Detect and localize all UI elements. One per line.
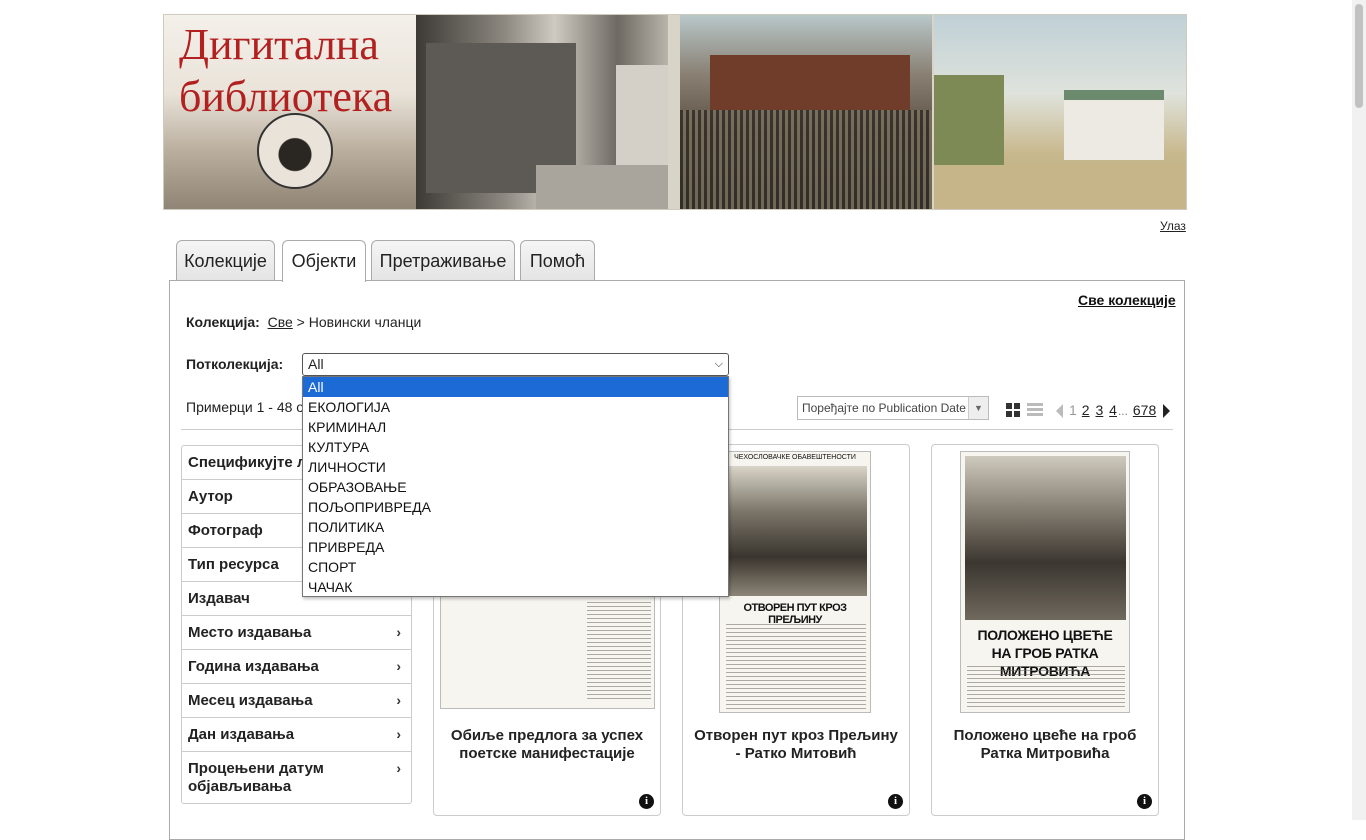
subcollection-option-all[interactable]: All xyxy=(303,377,728,397)
chevron-right-icon: › xyxy=(396,658,401,674)
tab-help[interactable]: Помоћ xyxy=(520,240,595,281)
item-thumbnail[interactable]: ПОЛОЖЕНО ЦВЕЋЕ НА ГРОБ РАТКА МИТРОВИЋА xyxy=(960,451,1130,713)
subcollection-select[interactable]: All ⌵ xyxy=(302,353,729,376)
collection-label: Колекција: xyxy=(186,314,260,330)
clipping-text xyxy=(587,602,651,702)
subcollection-option-sport[interactable]: СПОРТ xyxy=(303,557,728,577)
item-thumbnail[interactable]: ЧЕХОСЛОВАЧКЕ ОБАВЕШТЕНОСТИ ОТВОРЕН ПУТ К… xyxy=(719,451,871,713)
facet-label: Дан издавања xyxy=(188,726,295,743)
clipping-kicker: ЧЕХОСЛОВАЧКЕ ОБАВЕШТЕНОСТИ xyxy=(734,454,856,461)
chevron-right-icon: › xyxy=(396,726,401,742)
facet-label: Издавач xyxy=(188,590,250,607)
info-icon[interactable]: i xyxy=(888,794,903,809)
scrollbar-thumb[interactable] xyxy=(1355,4,1363,108)
facet-month[interactable]: Месец издавања › xyxy=(182,684,411,718)
breadcrumb: Колекција: Све > Новински чланци xyxy=(186,314,421,330)
subcollection-option-crime[interactable]: КРИМИНАЛ xyxy=(303,417,728,437)
breadcrumb-current: Новински чланци xyxy=(308,314,422,330)
banner-panel-1: Дигитална библиотека xyxy=(164,15,416,209)
subcollection-selected-value: All xyxy=(308,356,324,372)
facet-label: Месец издавања xyxy=(188,692,313,709)
chevron-right-icon: › xyxy=(396,692,401,708)
sort-dropdown-arrow-icon[interactable]: ▼ xyxy=(968,397,988,419)
facet-place[interactable]: Место издавања › xyxy=(182,616,411,650)
banner-trees xyxy=(934,75,1004,175)
banner-crowd xyxy=(680,110,932,209)
header-banner: Дигитална библиотека xyxy=(163,14,1187,210)
banner-title: Дигитална библиотека xyxy=(179,19,392,123)
item-title[interactable]: Отворен пут кроз Прељину - Ратко Митовић xyxy=(691,727,901,763)
tab-objects[interactable]: Објекти xyxy=(282,240,366,282)
facet-label: Тип ресурса xyxy=(188,556,279,573)
page-link-last[interactable]: 678 xyxy=(1133,402,1156,418)
clipping-text xyxy=(726,624,866,710)
facet-label: Година издавања xyxy=(188,658,319,675)
prev-page-icon[interactable] xyxy=(1056,404,1063,419)
chevron-down-icon: ⌵ xyxy=(714,358,723,370)
banner-title-line1: Дигитална xyxy=(179,20,379,69)
banner-roof xyxy=(710,55,910,110)
library-seal-logo xyxy=(257,113,333,189)
facet-label: Спецификујте л xyxy=(188,454,307,471)
subcollection-options-list: All ЕКОЛОГИЈА КРИМИНАЛ КУЛТУРА ЛИЧНОСТИ … xyxy=(302,376,729,597)
grid-view-icon[interactable] xyxy=(1006,403,1020,417)
facet-label: Место издавања xyxy=(188,624,312,641)
facet-label: Фотограф xyxy=(188,522,263,539)
results-count: Примерци 1 - 48 од xyxy=(186,399,312,415)
sort-select[interactable]: Поређајте по Publication Date ▼ xyxy=(797,396,989,420)
current-page: 1 xyxy=(1069,402,1077,418)
subcollection-option-culture[interactable]: КУЛТУРА xyxy=(303,437,728,457)
next-page-icon[interactable] xyxy=(1163,404,1171,419)
subcollection-option-cacak[interactable]: ЧАЧАК xyxy=(303,577,728,597)
chevron-right-icon: › xyxy=(396,624,401,640)
facet-day[interactable]: Дан издавања › xyxy=(182,718,411,752)
breadcrumb-root-link[interactable]: Све xyxy=(268,314,293,330)
page-scrollbar[interactable] xyxy=(1352,0,1366,820)
page-link-2[interactable]: 2 xyxy=(1082,402,1090,418)
subcollection-option-education[interactable]: ОБРАЗОВАЊЕ xyxy=(303,477,728,497)
facet-label: Аутор xyxy=(188,488,233,505)
clipping-photo xyxy=(724,466,867,596)
subcollection-option-agriculture[interactable]: ПОЉОПРИВРЕДА xyxy=(303,497,728,517)
banner-road xyxy=(536,165,668,209)
page-link-3[interactable]: 3 xyxy=(1095,402,1103,418)
subcollection-option-economy[interactable]: ПРИВРЕДА xyxy=(303,537,728,557)
sort-select-value: Поређајте по Publication Date xyxy=(802,401,966,415)
banner-panel-2 xyxy=(416,15,668,209)
banner-panel-4 xyxy=(934,15,1186,209)
all-collections-link[interactable]: Све колекције xyxy=(1078,292,1176,308)
banner-street xyxy=(934,165,1186,209)
pagination-ellipsis: ... xyxy=(1117,404,1128,418)
facet-estimated-date[interactable]: Процењени датум објављивања › xyxy=(182,752,411,803)
banner-panel-3 xyxy=(680,15,932,209)
subcollection-option-politics[interactable]: ПОЛИТИКА xyxy=(303,517,728,537)
info-icon[interactable]: i xyxy=(639,794,654,809)
tab-search[interactable]: Претраживање xyxy=(371,240,515,281)
info-icon[interactable]: i xyxy=(1137,794,1152,809)
item-title[interactable]: Положено цвеће на гроб Ратка Митровића xyxy=(940,727,1150,763)
subcollection-option-ecology[interactable]: ЕКОЛОГИЈА xyxy=(303,397,728,417)
banner-house xyxy=(1064,90,1164,160)
chevron-right-icon: › xyxy=(396,760,401,776)
clipping-headline: ОТВОРЕН ПУТ КРОЗ ПРЕЉИНУ xyxy=(743,602,847,626)
clipping-photo xyxy=(965,456,1126,620)
login-link[interactable]: Улаз xyxy=(1160,219,1186,233)
pagination: 12 3 4... 678 xyxy=(1056,402,1171,419)
subcollection-option-personalities[interactable]: ЛИЧНОСТИ xyxy=(303,457,728,477)
item-title[interactable]: Обиље предлога за успех поетске манифест… xyxy=(442,727,652,763)
clipping-text xyxy=(967,666,1125,710)
facet-label: Процењени датум објављивања xyxy=(188,760,324,795)
item-card[interactable]: ПОЛОЖЕНО ЦВЕЋЕ НА ГРОБ РАТКА МИТРОВИЋА П… xyxy=(931,444,1159,816)
breadcrumb-separator: > xyxy=(296,314,305,330)
tab-collections[interactable]: Колекције xyxy=(176,240,275,281)
page-link-4[interactable]: 4 xyxy=(1109,402,1117,418)
subcollection-label: Потколекција: xyxy=(186,356,284,372)
facet-year[interactable]: Година издавања › xyxy=(182,650,411,684)
list-view-icon[interactable] xyxy=(1027,403,1043,417)
